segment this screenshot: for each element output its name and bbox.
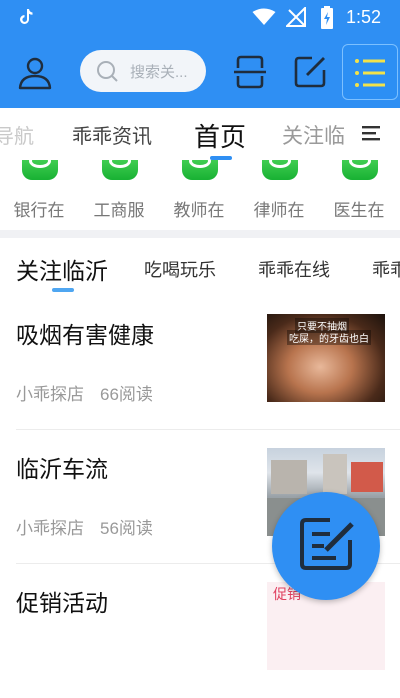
- list-item[interactable]: 吸烟有害健康 小乖探店 66阅读 只要不抽烟 吃屎，的牙齿也白: [0, 296, 400, 430]
- shortcut-label: 医生在: [333, 201, 385, 220]
- article-title: 临沂车流: [16, 456, 108, 482]
- shortcut-row: 银行在 工商服 教师在 律师在 医生在: [0, 160, 400, 230]
- search-box[interactable]: 搜索关...: [80, 50, 206, 92]
- clock: 1:52: [346, 7, 382, 27]
- business-icon: [102, 160, 138, 180]
- tiktok-icon: [20, 9, 33, 24]
- doctor-icon: [342, 160, 378, 180]
- article-thumbnail: 只要不抽烟 吃屎，的牙齿也白: [267, 314, 385, 402]
- user-icon[interactable]: [16, 54, 54, 92]
- search-icon: [97, 61, 118, 82]
- section-divider: [0, 230, 400, 238]
- article-meta: 小乖探店 66阅读: [16, 380, 153, 405]
- subtab-indicator: [52, 288, 74, 292]
- compose-icon: [300, 518, 354, 570]
- shortcut-doctor[interactable]: 医生在: [324, 160, 394, 230]
- article-reads: 56阅读: [100, 519, 153, 538]
- scan-icon[interactable]: [232, 54, 268, 90]
- tab-follow[interactable]: 关注临: [282, 120, 345, 150]
- article-title: 促销活动: [16, 590, 108, 616]
- article-title: 吸烟有害健康: [16, 322, 154, 348]
- wifi-icon: [252, 8, 276, 25]
- shortcut-label: 银行在: [13, 201, 65, 220]
- tab-navigation[interactable]: 导航: [0, 120, 34, 149]
- shortcut-label: 律师在: [253, 201, 305, 220]
- bank-icon: [22, 160, 58, 180]
- tab-news[interactable]: 乖乖资讯: [72, 120, 152, 149]
- article-author: 小乖探店: [16, 519, 84, 538]
- battery-charging-icon: [321, 6, 333, 29]
- sub-tabs: 关注临沂 吃喝玩乐 乖乖在线 乖乖: [0, 238, 400, 296]
- subtab-food-fun[interactable]: 吃喝玩乐: [144, 256, 216, 282]
- lawyer-icon: [262, 160, 298, 180]
- no-signal-icon: [286, 7, 306, 27]
- shortcut-teacher[interactable]: 教师在: [164, 160, 234, 230]
- article-meta: 小乖探店 56阅读: [16, 514, 153, 539]
- edit-icon[interactable]: [292, 54, 328, 90]
- subtab-online[interactable]: 乖乖在线: [258, 256, 330, 282]
- article-author: 小乖探店: [16, 385, 84, 404]
- list-menu-icon: [355, 59, 385, 87]
- tab-home[interactable]: 首页: [194, 117, 246, 154]
- shortcut-bank[interactable]: 银行在: [4, 160, 74, 230]
- subtab-more[interactable]: 乖乖: [372, 256, 400, 282]
- search-placeholder: 搜索关...: [130, 64, 188, 81]
- shortcut-business[interactable]: 工商服: [84, 160, 154, 230]
- compose-fab[interactable]: [272, 492, 380, 600]
- thumbnail-caption: 吃屎，的牙齿也白: [287, 330, 371, 345]
- more-tabs-icon[interactable]: [360, 124, 382, 142]
- status-bar: 1:52: [0, 0, 400, 36]
- article-reads: 66阅读: [100, 385, 153, 404]
- teacher-icon: [182, 160, 218, 180]
- menu-button[interactable]: [342, 44, 398, 100]
- main-tabs: 导航 乖乖资讯 首页 关注临: [0, 108, 400, 160]
- shortcut-label: 工商服: [93, 201, 145, 220]
- top-bar: 搜索关...: [0, 36, 400, 108]
- subtab-follow-linyi[interactable]: 关注临沂: [16, 252, 108, 286]
- shortcut-lawyer[interactable]: 律师在: [244, 160, 314, 230]
- shortcut-label: 教师在: [173, 201, 225, 220]
